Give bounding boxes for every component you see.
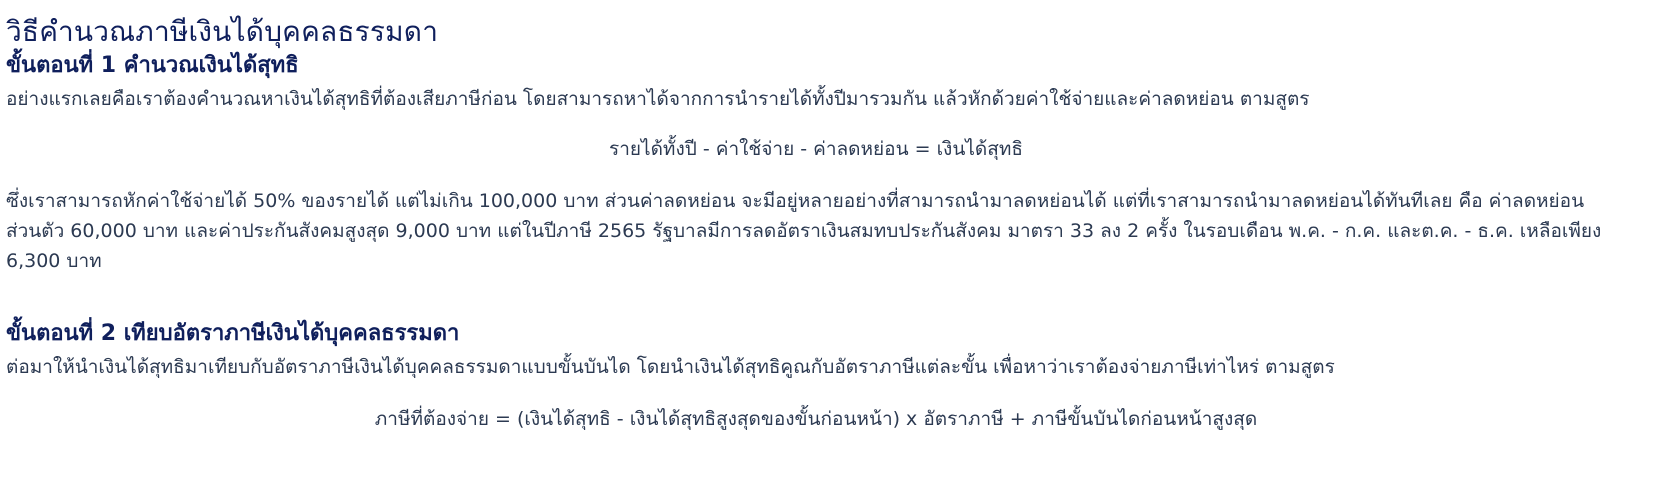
step-1-detail-line-1: ซึ่งเราสามารถหักค่าใช้จ่ายได้ 50% ของราย… <box>6 190 1585 212</box>
step-2-intro: ต่อมาให้นำเงินได้สุทธิมาเทียบกับอัตราภาษ… <box>6 356 1335 378</box>
step-2-heading: ขั้นตอนที่ 2 เทียบอัตราภาษีเงินได้บุคคลธ… <box>6 321 460 346</box>
article: วิธีคำนวณภาษีเงินได้บุคคลธรรมดา ขั้นตอนท… <box>0 0 1671 434</box>
step-1-detail-line-3: 6,300 บาท <box>6 250 102 272</box>
net-income-formula: รายได้ทั้งปี - ค่าใช้จ่าย - ค่าลดหย่อน =… <box>609 138 1023 160</box>
step-1-heading: ขั้นตอนที่ 1 คำนวณเงินได้สุทธิ <box>6 53 299 78</box>
tax-payable-formula: ภาษีที่ต้องจ่าย = (เงินได้สุทธิ - เงินได… <box>374 408 1258 430</box>
step-1-detail-line-2: ส่วนตัว 60,000 บาท และค่าประกันสังคมสูงส… <box>6 220 1602 242</box>
step-1-intro: อย่างแรกเลยคือเราต้องคำนวณหาเงินได้สุทธิ… <box>6 88 1310 110</box>
page-title: วิธีคำนวณภาษีเงินได้บุคคลธรรมดา <box>6 15 439 48</box>
